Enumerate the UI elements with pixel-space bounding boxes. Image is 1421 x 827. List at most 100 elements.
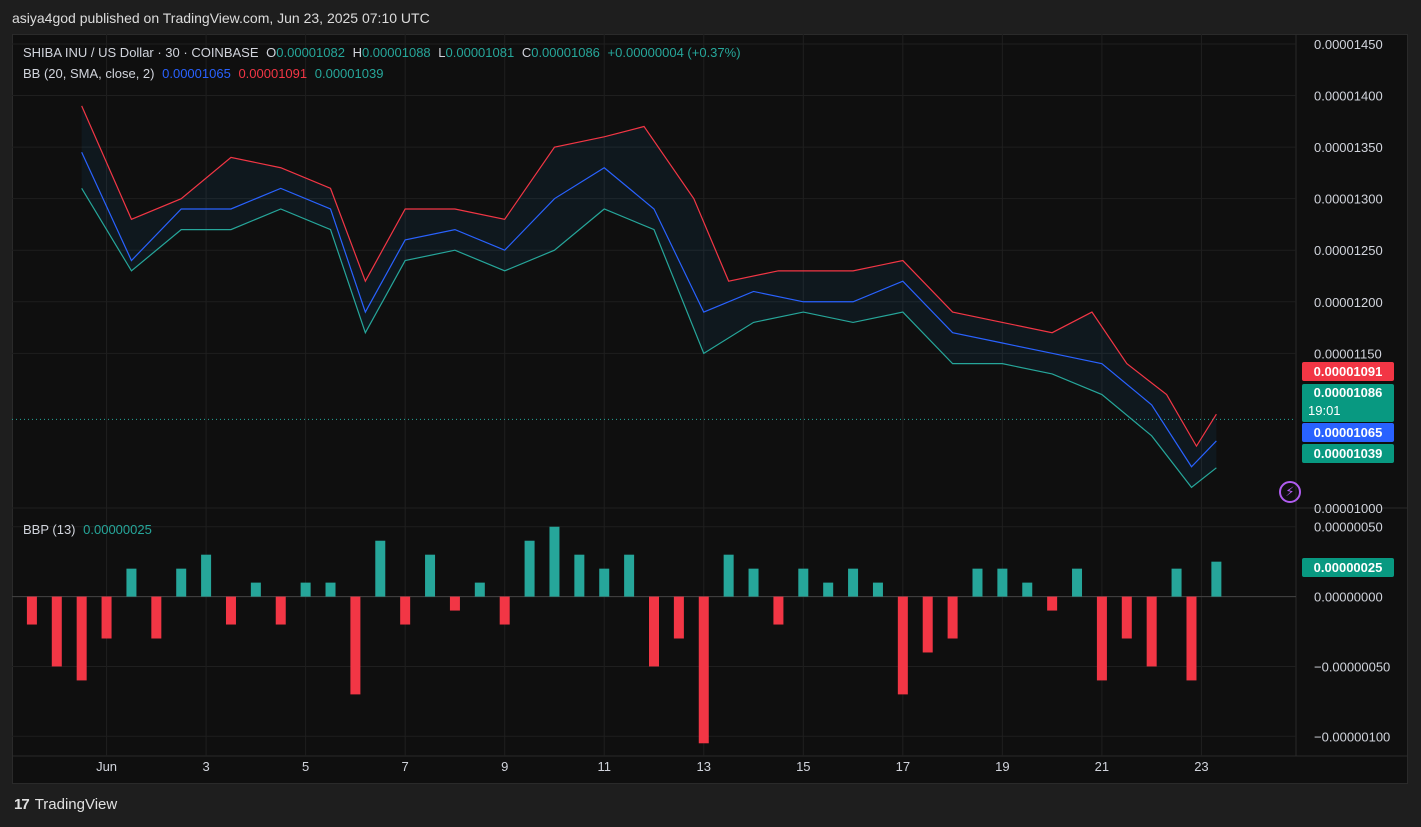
publish-header: asiya4god published on TradingView.com, … <box>12 10 430 26</box>
bbp-value: 0.00000025 <box>83 522 152 537</box>
bb-basis-value: 0.00001065 <box>162 66 231 81</box>
bb-upper-value: 0.00001091 <box>238 66 308 81</box>
x-tick-label: 21 <box>1095 759 1109 774</box>
bbp-histogram-bar <box>524 540 535 597</box>
bbp-histogram-bar <box>1022 582 1033 597</box>
main-y-tick-label: 0.00001400 <box>1314 89 1383 104</box>
brand-name: TradingView <box>34 796 118 813</box>
bbp-histogram-bar <box>823 582 834 597</box>
main-y-tick-label: 0.00001000 <box>1314 501 1383 516</box>
bbp-histogram-bar <box>275 596 286 625</box>
bbp-histogram-bar <box>151 596 162 639</box>
main-y-tick-label: 0.00001150 <box>1314 346 1382 361</box>
bbp-histogram-bar <box>1146 596 1157 667</box>
bbp-histogram-bar <box>698 596 709 744</box>
bbp-label: BBP (13) <box>23 522 76 537</box>
bar-countdown: 19:01 <box>1308 403 1341 418</box>
main-y-tick-label: 0.00001250 <box>1314 243 1383 258</box>
main-y-tick-label: 0.00001450 <box>1314 37 1383 52</box>
bbp-histogram-bar <box>201 554 212 597</box>
bbp-histogram-bar <box>499 596 510 625</box>
low-label: L <box>438 45 446 60</box>
change-value: +0.00000004 (+0.37%) <box>607 45 741 60</box>
lightning-icon[interactable]: ⚡ <box>1279 481 1301 503</box>
close-label: C <box>521 45 532 60</box>
bbp-histogram-bar <box>723 554 734 597</box>
bbp-histogram-bar <box>947 596 958 639</box>
bbp-histogram-bar <box>549 526 560 597</box>
x-tick-label: Jun <box>96 759 117 774</box>
bbp-legend[interactable]: BBP (13) 0.00000025 <box>23 522 156 537</box>
x-tick-label: 3 <box>202 759 209 774</box>
bb-basis-price-tag: 0.00001065 <box>1302 423 1394 442</box>
open-label: O <box>266 45 277 60</box>
osc-y-tick-label: −0.00000050 <box>1314 659 1390 674</box>
main-y-tick-label: 0.00001200 <box>1314 295 1383 310</box>
bb-lower-price-tag: 0.00001039 <box>1302 444 1394 463</box>
bbp-histogram-bar <box>76 596 87 681</box>
bbp-histogram-bar <box>1072 568 1083 597</box>
x-tick-label: 17 <box>896 759 910 774</box>
bbp-histogram-bar <box>1171 568 1182 597</box>
main-y-tick-label: 0.00001350 <box>1314 140 1383 155</box>
tradingview-logo-icon: 17 <box>14 796 30 813</box>
open-value: 0.00001082 <box>276 45 345 60</box>
bbp-histogram-bar <box>325 582 336 597</box>
close-value: 0.00001086 <box>531 45 600 60</box>
bbp-histogram-bar <box>350 596 361 695</box>
bbp-histogram-bar <box>1096 596 1107 681</box>
chart-svg[interactable]: 0.00001450 0.00001400 0.00001350 0.00001300… <box>12 34 1408 784</box>
bbp-histogram-bar <box>126 568 137 597</box>
bbp-histogram-bar <box>250 582 261 597</box>
bbp-price-tag: 0.00000025 <box>1302 558 1394 577</box>
bbp-histogram-bar <box>449 596 460 611</box>
bb-lower-value: 0.00001039 <box>314 66 384 81</box>
bbp-histogram-bar <box>997 568 1008 597</box>
bbp-histogram-bar <box>649 596 659 667</box>
osc-y-tick-label: 0.00000000 <box>1314 590 1383 605</box>
osc-y-tick-label: 0.00000050 <box>1314 520 1383 535</box>
bbp-histogram-bar <box>624 554 635 597</box>
last-price-value: 0.00001086 <box>1313 385 1383 400</box>
bbp-histogram-bar <box>574 554 585 597</box>
bbp-histogram-bar <box>972 568 983 597</box>
osc-y-tick-label: −0.00000100 <box>1314 729 1390 744</box>
x-tick-label: 19 <box>995 759 1009 774</box>
bbp-histogram-bar <box>176 568 187 597</box>
x-tick-label: 11 <box>597 759 611 774</box>
bbp-histogram-bar <box>748 568 759 597</box>
footer-brand[interactable]: 17 TradingView <box>14 796 117 813</box>
bbp-histogram-bar <box>51 596 62 667</box>
high-label: H <box>352 45 362 60</box>
bbp-histogram-bar <box>673 596 684 639</box>
bbp-histogram-bar <box>773 596 784 625</box>
symbol-title: SHIBA INU / US Dollar · 30 · COINBASE <box>23 45 259 60</box>
bbp-histogram-bar <box>474 582 485 597</box>
bbp-histogram-bar <box>897 596 908 695</box>
bbp-histogram-bar <box>225 596 236 625</box>
bbp-histogram-bar <box>1186 596 1197 681</box>
bbp-histogram-bar <box>300 582 311 597</box>
x-tick-label: 15 <box>796 759 810 774</box>
bb-legend[interactable]: BB (20, SMA, close, 2) 0.00001065 0.0000… <box>23 66 387 81</box>
bbp-histogram-bar <box>101 596 112 639</box>
bbp-histogram-bar <box>1121 596 1132 639</box>
high-value: 0.00001088 <box>361 45 431 60</box>
bbp-histogram-bar <box>375 540 386 597</box>
bbp-histogram-bar <box>26 596 37 625</box>
x-tick-label: 7 <box>402 759 409 774</box>
bbp-histogram-bar <box>1047 596 1058 611</box>
bb-label: BB (20, SMA, close, 2) <box>23 66 155 81</box>
bbp-histogram-bar <box>1211 561 1222 597</box>
symbol-legend: SHIBA INU / US Dollar · 30 · COINBASE O0… <box>23 45 745 60</box>
x-tick-label: 23 <box>1194 759 1208 774</box>
bbp-histogram-bar <box>425 554 436 597</box>
bbp-histogram-bar <box>400 596 411 625</box>
bbp-histogram-bar <box>872 582 883 597</box>
bb-band-fill <box>81 105 1217 488</box>
bbp-histogram-bar <box>599 568 610 597</box>
x-tick-label: 5 <box>302 759 309 774</box>
chart-screenshot: asiya4god published on TradingView.com, … <box>0 0 1421 827</box>
x-tick-label: 13 <box>697 759 711 774</box>
x-tick-label: 9 <box>501 759 508 774</box>
